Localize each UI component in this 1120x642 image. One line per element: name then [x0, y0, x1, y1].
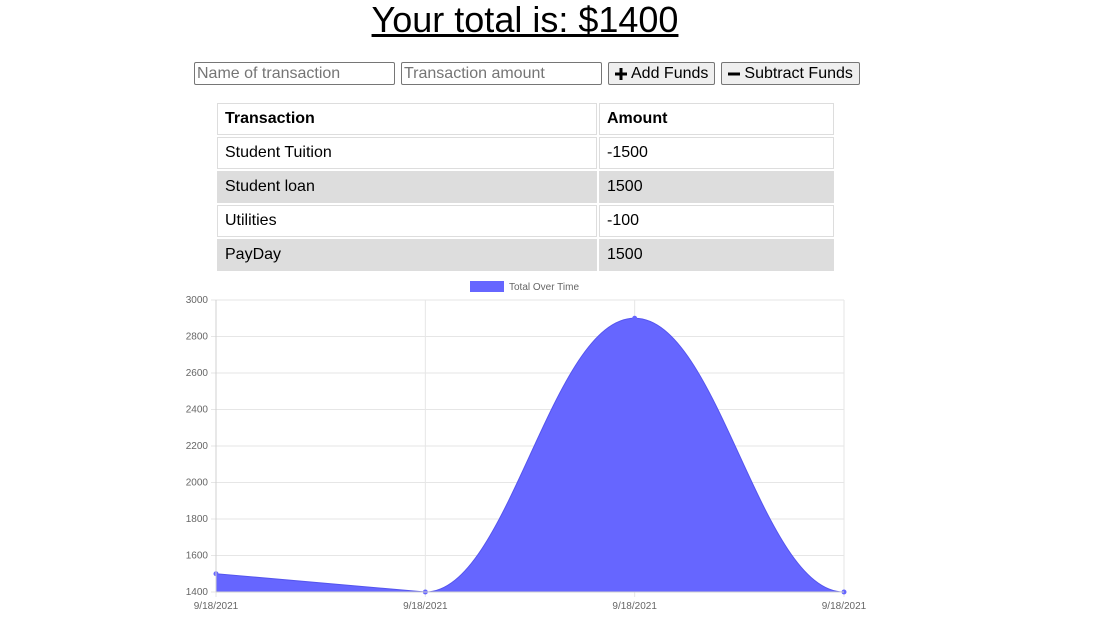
column-header-amount: Amount	[599, 103, 834, 135]
transaction-amount-cell: 1500	[599, 239, 834, 271]
minus-icon	[728, 68, 741, 80]
transaction-name-cell: Utilities	[217, 205, 597, 237]
y-tick-label: 1400	[186, 587, 209, 598]
table-row: Student Tuition -1500	[217, 137, 834, 169]
subtract-funds-label: Subtract Funds	[744, 64, 853, 82]
transaction-name-input[interactable]	[194, 62, 395, 85]
x-tick-label: 9/18/2021	[403, 601, 448, 612]
column-header-transaction: Transaction	[217, 103, 597, 135]
data-point	[632, 315, 638, 321]
table-row: Student loan 1500	[217, 171, 834, 203]
total-over-time-chart: 1400 1600 1800 2000 2200 2400 2600 2800 3000 9/18…	[186, 281, 867, 612]
transaction-amount-cell: -1500	[599, 137, 834, 169]
transactions-table: Transaction Amount Student Tuition -1500…	[215, 101, 836, 273]
total-heading: Your total is: $1400	[371, 0, 679, 40]
legend-label: Total Over Time	[509, 282, 579, 293]
y-tick-label: 2200	[186, 441, 209, 452]
x-tick-label: 9/18/2021	[194, 601, 239, 612]
table-row: Utilities -100	[217, 205, 834, 237]
transaction-amount-cell: 1500	[599, 171, 834, 203]
transaction-amount-input[interactable]	[401, 62, 602, 85]
y-tick-label: 2600	[186, 368, 209, 379]
x-tick-label: 9/18/2021	[612, 601, 657, 612]
transaction-name-cell: PayDay	[217, 239, 597, 271]
transaction-name-cell: Student Tuition	[217, 137, 597, 169]
table-header-row: Transaction Amount	[217, 103, 834, 135]
y-tick-label: 1600	[186, 551, 209, 562]
add-funds-button[interactable]: Add Funds	[608, 62, 716, 85]
x-tick-label: 9/18/2021	[822, 601, 867, 612]
plus-icon	[615, 67, 627, 80]
legend-swatch	[470, 281, 504, 292]
table-row: PayDay 1500	[217, 239, 834, 271]
transaction-name-cell: Student loan	[217, 171, 597, 203]
y-tick-label: 3000	[186, 295, 209, 306]
add-funds-label: Add Funds	[631, 64, 709, 82]
subtract-funds-button[interactable]: Subtract Funds	[721, 62, 860, 85]
y-tick-label: 2400	[186, 405, 209, 416]
transaction-form: Add Funds Subtract Funds	[194, 62, 860, 85]
y-tick-label: 2000	[186, 478, 209, 489]
transaction-amount-cell: -100	[599, 205, 834, 237]
y-tick-label: 2800	[186, 332, 209, 343]
y-tick-label: 1800	[186, 514, 209, 525]
